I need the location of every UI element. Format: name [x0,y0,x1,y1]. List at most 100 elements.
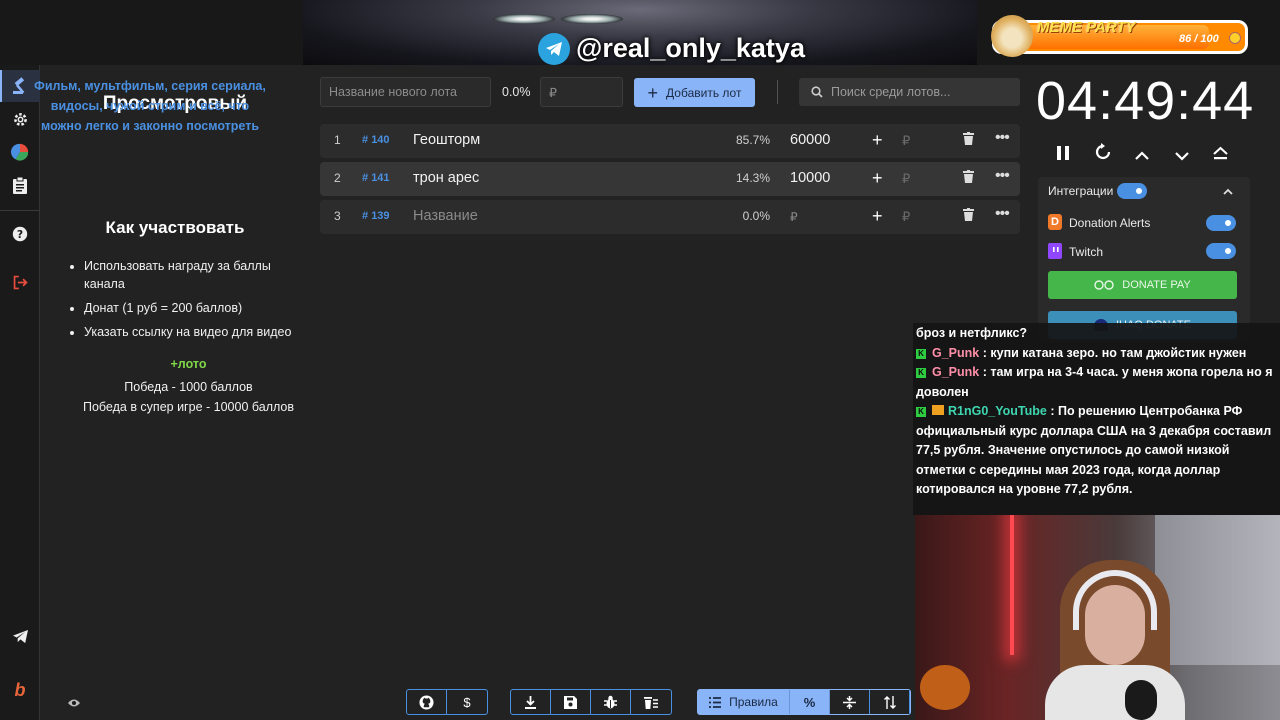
chevron-down-icon[interactable] [1175,145,1189,168]
delete-icon[interactable] [963,170,974,183]
sort-button[interactable] [870,690,910,714]
new-lot-amount-input[interactable]: ₽ [540,77,623,107]
chevron-up-icon[interactable] [1135,145,1149,168]
list-item: Использовать награду за баллы канала [84,257,294,293]
bug-report-button[interactable] [591,690,631,714]
lot-amount-placeholder[interactable]: ₽ [790,210,798,224]
donate-pay-label: DONATE PAY [1122,279,1191,291]
twitch-toggle[interactable] [1206,243,1236,259]
add-lot-label: Добавить лот [666,85,742,100]
lot-amount[interactable]: 60000 [790,132,830,148]
meme-party-count: 86 / 100 [1179,33,1219,45]
links-group: $ [406,689,488,715]
prize-line-2: Победа в супер игре - 10000 баллов [82,400,295,414]
chat-message: K G_Punk : купи катана зеро. но там джойс… [916,344,1276,364]
auction-timer: 04:49:44 [1036,71,1255,131]
lot-search-input[interactable]: Поиск среди лотов... [799,78,1020,106]
lot-name[interactable]: трон арес [413,170,479,186]
github-button[interactable] [407,690,447,714]
file-actions-group [510,689,672,715]
compress-icon [843,695,856,709]
lot-index: 1 [334,133,341,147]
sidebar-item-history[interactable] [0,169,40,201]
extra-amount-field[interactable]: ₽ [902,171,910,187]
donate-pay-button[interactable]: DONATE PAY [1048,271,1237,299]
collapse-chevron-icon[interactable] [1222,184,1234,202]
add-amount-icon[interactable]: + [872,130,883,151]
lot-row[interactable]: 3 # 139 Название 0.0% ₽ + ₽ ••• [320,200,1020,234]
github-icon [419,694,434,710]
channel-handle: @real_only_katya [576,33,805,63]
chat-username: G_Punk [932,365,980,379]
add-amount-icon[interactable]: + [872,206,883,227]
sidebar-item-stats[interactable] [0,136,40,168]
sidebar-divider [0,210,40,211]
save-icon [564,695,577,709]
brand-icon[interactable]: b [0,674,40,706]
more-options-icon[interactable]: ••• [995,129,1010,147]
delete-icon[interactable] [963,208,974,221]
app-sidebar: ? b [0,65,40,720]
compact-view-button[interactable] [830,690,870,714]
rules-button[interactable]: Правила [698,690,790,714]
donation-alerts-toggle[interactable] [1206,215,1236,231]
new-lot-name-input[interactable]: Название нового лота [320,77,491,107]
eject-icon[interactable] [1213,144,1228,167]
search-icon [811,86,823,98]
pause-icon[interactable] [1056,144,1070,167]
chat-username: G_Punk [932,345,980,360]
lot-name-placeholder[interactable]: Название [413,208,478,224]
more-options-icon[interactable]: ••• [995,167,1010,185]
meme-party-widget: MEME PARTY 86 / 100 [991,15,1248,57]
crown-icon [932,405,944,415]
view-options-group: Правила % [697,689,911,715]
webcam-microphone [1125,680,1157,720]
participation-list: Использовать награду за баллы канала Дон… [84,257,294,347]
lot-percent: 14.3% [735,171,770,185]
extra-amount-field[interactable]: ₽ [902,133,910,149]
dollar-icon: $ [463,694,471,710]
svg-text:?: ? [17,228,23,241]
plus-icon: + [647,82,659,103]
eye-toggle-icon[interactable] [67,696,81,711]
telegram-logo-icon [538,33,570,65]
chat-badge-icon: K [916,348,926,359]
percent-toggle-button[interactable]: % [790,690,830,714]
lot-amount[interactable]: 10000 [790,170,830,186]
integrations-toggle[interactable] [1117,183,1147,199]
sidebar-item-help[interactable]: ? [0,218,40,250]
list-item: Донат (1 руб = 200 баллов) [84,299,294,317]
extra-amount-field[interactable]: ₽ [902,209,910,225]
doge-avatar [991,15,1033,57]
download-button[interactable] [511,690,551,714]
pie-chart-icon [11,143,29,161]
lot-index: 3 [334,209,341,223]
more-options-icon[interactable]: ••• [995,205,1010,223]
prize-line-1: Победа - 1000 баллов [124,380,253,394]
lot-row[interactable]: 2 # 141 трон арес 14.3% 10000 + ₽ ••• [320,162,1020,196]
add-amount-icon[interactable]: + [872,168,883,189]
chat-badge-icon: K [916,407,926,417]
banner-eye-left [493,14,555,24]
search-placeholder: Поиск среди лотов... [831,85,951,99]
meme-party-title: MEME PARTY [1037,19,1136,36]
add-lot-button[interactable]: + Добавить лот [634,78,755,107]
webcam-shirt [1045,665,1185,720]
lot-name[interactable]: Геошторм [413,132,480,148]
lot-id: # 140 [362,134,390,146]
save-button[interactable] [551,690,591,714]
restart-icon[interactable] [1094,143,1112,167]
webcam-feed [915,515,1280,720]
integrations-label: Интеграции [1048,184,1114,198]
delete-icon[interactable] [963,132,974,145]
sidebar-item-logout[interactable] [0,266,40,298]
lot-index: 2 [334,171,341,185]
clear-all-button[interactable] [631,690,671,714]
lot-percent: 0.0% [742,209,770,223]
lot-id: # 139 [362,210,390,222]
sidebar-telegram-link[interactable] [0,620,40,652]
help-icon: ? [12,226,28,242]
lot-row[interactable]: 1 # 140 Геошторм 85.7% 60000 + ₽ ••• [320,124,1020,158]
sort-icon [883,695,896,709]
donate-dollar-button[interactable]: $ [447,690,487,714]
